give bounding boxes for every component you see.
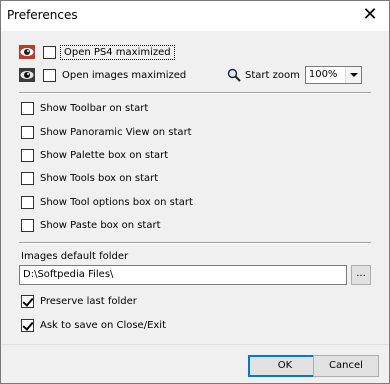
dialog-footer: OK Cancel — [1, 344, 389, 383]
open-images-row: Open images maximized — [19, 67, 186, 83]
start-zoom-value: 100% — [308, 69, 338, 80]
close-icon[interactable]: ✕ — [359, 4, 381, 26]
start-option-panoramic: Show Panoramic View on start — [21, 124, 192, 140]
window-title: Preferences — [7, 8, 78, 22]
magnifier-icon — [227, 68, 241, 82]
chevron-down-icon[interactable] — [344, 67, 361, 83]
show-tools-label[interactable]: Show Tools box on start — [40, 173, 158, 184]
show-tools-checkbox[interactable] — [21, 171, 34, 185]
start-option-tool-options: Show Tool options box on start — [21, 194, 193, 210]
start-zoom-select[interactable]: 100% — [304, 66, 362, 84]
show-palette-checkbox[interactable] — [21, 148, 34, 162]
start-zoom-label: Start zoom — [245, 69, 300, 81]
preserve-folder-checkbox[interactable] — [21, 294, 34, 308]
ask-save-label[interactable]: Ask to save on Close/Exit — [40, 320, 166, 331]
images-folder-field[interactable]: D:\Softpedia Files\ — [19, 265, 347, 285]
open-ps4-checkbox[interactable] — [43, 45, 56, 59]
dialog-content: Open PS4 maximized Open images maximized — [1, 31, 389, 344]
show-tool-options-label[interactable]: Show Tool options box on start — [40, 197, 193, 208]
divider — [19, 242, 371, 244]
ok-button[interactable]: OK — [248, 355, 322, 377]
preferences-dialog: Preferences ✕ Open PS4 maximized Open im… — [0, 0, 390, 384]
open-ps4-row: Open PS4 maximized — [19, 44, 175, 60]
show-toolbar-checkbox[interactable] — [21, 101, 34, 115]
ask-save-checkbox[interactable] — [21, 318, 34, 332]
images-folder-label: Images default folder — [21, 251, 129, 262]
eye-icon — [19, 45, 35, 59]
preserve-folder-row: Preserve last folder — [21, 293, 137, 309]
start-option-tools: Show Tools box on start — [21, 170, 158, 186]
browse-folder-button[interactable]: ... — [351, 265, 371, 285]
title-bar: Preferences ✕ — [1, 1, 389, 31]
open-images-label[interactable]: Open images maximized — [62, 70, 186, 81]
show-panoramic-checkbox[interactable] — [21, 125, 34, 139]
preserve-folder-label[interactable]: Preserve last folder — [40, 296, 137, 307]
start-zoom-group: Start zoom 100% — [227, 66, 362, 84]
open-images-checkbox[interactable] — [43, 68, 56, 82]
show-tool-options-checkbox[interactable] — [21, 195, 34, 209]
start-option-palette: Show Palette box on start — [21, 147, 168, 163]
start-option-paste: Show Paste box on start — [21, 217, 161, 233]
cancel-button[interactable]: Cancel — [313, 355, 379, 377]
show-toolbar-label[interactable]: Show Toolbar on start — [40, 103, 148, 114]
eye-icon — [19, 68, 35, 82]
open-ps4-label[interactable]: Open PS4 maximized — [60, 44, 175, 60]
show-paste-label[interactable]: Show Paste box on start — [40, 220, 161, 231]
divider — [19, 92, 371, 94]
show-panoramic-label[interactable]: Show Panoramic View on start — [40, 127, 192, 138]
show-paste-checkbox[interactable] — [21, 218, 34, 232]
show-palette-label[interactable]: Show Palette box on start — [40, 150, 168, 161]
ask-save-row: Ask to save on Close/Exit — [21, 317, 166, 333]
start-option-toolbar: Show Toolbar on start — [21, 100, 148, 116]
